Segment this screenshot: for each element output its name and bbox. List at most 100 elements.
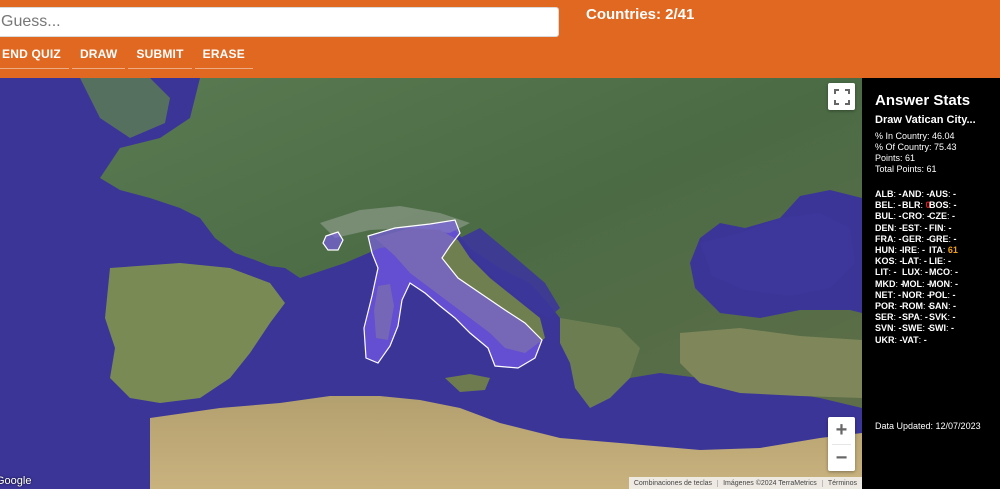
fullscreen-icon: [833, 88, 850, 105]
country-code: IRE: [902, 245, 918, 256]
stat-points: Points: 61: [875, 153, 916, 163]
country-score: 61: [947, 245, 958, 256]
country-score: -: [925, 267, 929, 278]
country-code: MCO: [929, 267, 950, 278]
country-entry: FIN: -: [929, 223, 969, 234]
country-code: ROM: [902, 301, 923, 312]
panel-title: Answer Stats: [875, 92, 971, 109]
country-entry: SER: -: [875, 312, 902, 323]
country-code: VAT: [902, 334, 919, 345]
country-code: DEN: [875, 222, 895, 233]
country-entry: IRE: -: [902, 245, 929, 256]
country-code: KOS: [875, 256, 895, 267]
country-code: BUL: [875, 211, 894, 222]
country-entry: MCO: -: [929, 267, 969, 278]
zoom-in-button[interactable]: +: [828, 417, 855, 444]
keyboard-shortcuts-link[interactable]: Combinaciones de teclas: [629, 480, 717, 487]
country-entry: SWI: -: [929, 323, 969, 334]
country-code: EST: [902, 222, 920, 233]
imagery-credit: Imágenes ©2024 TerraMetrics: [717, 479, 822, 487]
country-code: POR: [875, 301, 895, 312]
end-quiz-button[interactable]: END QUIZ: [0, 46, 69, 69]
country-entry: ROM: -: [902, 301, 931, 312]
country-code: SWE: [902, 323, 923, 334]
country-score: -: [953, 200, 957, 211]
country-code: SPA: [902, 312, 920, 323]
draw-button[interactable]: DRAW: [71, 46, 126, 69]
country-entry: BLR: 0: [902, 200, 931, 211]
country-code: ITA: [929, 245, 943, 256]
country-code: UKR: [875, 334, 895, 345]
country-entry: EST: -: [902, 223, 929, 234]
country-entry: LAT: -: [902, 256, 929, 267]
country-entry: SPA: -: [902, 312, 929, 323]
country-entry: UKR: -: [875, 334, 903, 346]
answer-stats-panel: Answer Stats Draw Vatican City... % In C…: [862, 78, 1000, 489]
country-score: -: [922, 245, 926, 256]
country-code: LIT: [875, 267, 889, 278]
country-score: -: [955, 278, 959, 289]
country-code: NET: [875, 289, 893, 300]
country-code: GER: [902, 233, 922, 244]
country-code: LUX: [902, 267, 920, 278]
bottom-strip: [0, 489, 1000, 504]
country-entry: LIT: -: [875, 267, 902, 278]
country-code: NOR: [902, 289, 922, 300]
draw-prompt: Draw Vatican City...: [875, 114, 976, 126]
country-entry: KOS: -: [875, 256, 903, 267]
country-code: LAT: [902, 256, 919, 267]
country-entry: GRE: -: [929, 234, 969, 245]
country-code: MKD: [875, 278, 896, 289]
country-entry: LIE: -: [929, 256, 969, 267]
country-code: POL: [929, 289, 948, 300]
country-code: BEL: [875, 200, 893, 211]
country-score: -: [952, 211, 956, 222]
data-updated: Data Updated: 12/07/2023: [875, 421, 981, 431]
country-entry: SWE: -: [902, 323, 931, 334]
country-code: MON: [929, 278, 950, 289]
country-score: -: [898, 200, 902, 211]
country-score: -: [952, 289, 956, 300]
stat-total-points: Total Points: 61: [875, 164, 937, 174]
country-score: -: [953, 233, 957, 244]
satellite-map[interactable]: + − Google Combinaciones de teclas Imáge…: [0, 78, 862, 489]
country-score: -: [898, 289, 902, 300]
country-code: MOL: [902, 278, 922, 289]
zoom-out-button[interactable]: −: [828, 445, 855, 472]
country-entry: SAN: -: [929, 301, 969, 312]
country-score: -: [924, 312, 928, 323]
country-entry: SVN: -: [875, 323, 902, 334]
map-attribution: Combinaciones de teclas Imágenes ©2024 T…: [628, 477, 862, 489]
country-entry: BUL: -: [875, 211, 902, 222]
country-code: SWI: [929, 323, 946, 334]
stat-of-country: % Of Country: 75.43: [875, 142, 957, 152]
country-entry: GER: -: [902, 233, 930, 245]
country-entry: CZE: -: [929, 211, 969, 222]
google-logo: Google: [0, 475, 32, 487]
country-score: -: [953, 301, 957, 312]
country-entry: CRO: -: [902, 211, 930, 222]
country-score: -: [952, 312, 956, 323]
country-code: GRE: [929, 233, 949, 244]
country-score: -: [923, 334, 927, 345]
country-entry: HUN: -: [875, 245, 903, 256]
country-entry: MKD: -: [875, 278, 904, 290]
submit-button[interactable]: SUBMIT: [128, 46, 192, 69]
country-entry: ITA: 61: [929, 245, 969, 256]
fullscreen-button[interactable]: [828, 83, 855, 110]
map-terrain: [0, 78, 862, 489]
erase-button[interactable]: ERASE: [194, 46, 253, 69]
country-code: SAN: [929, 301, 949, 312]
country-score: -: [953, 189, 957, 199]
country-code: CZE: [929, 211, 947, 222]
country-entry: BEL: -: [875, 200, 902, 211]
country-code: SVK: [929, 312, 948, 323]
country-code: ALB: [875, 189, 894, 199]
terms-link[interactable]: Términos: [821, 479, 862, 487]
country-score-grid: ALB: - AND: - AUS: - BEL: - BLR: 0 BOS: - BUL:…: [875, 189, 1000, 346]
country-entry: AND: -: [902, 189, 930, 200]
country-score: -: [948, 256, 952, 267]
guess-input[interactable]: [0, 7, 559, 37]
country-entry: POL: -: [929, 290, 969, 301]
country-entry: DEN: -: [875, 223, 902, 234]
